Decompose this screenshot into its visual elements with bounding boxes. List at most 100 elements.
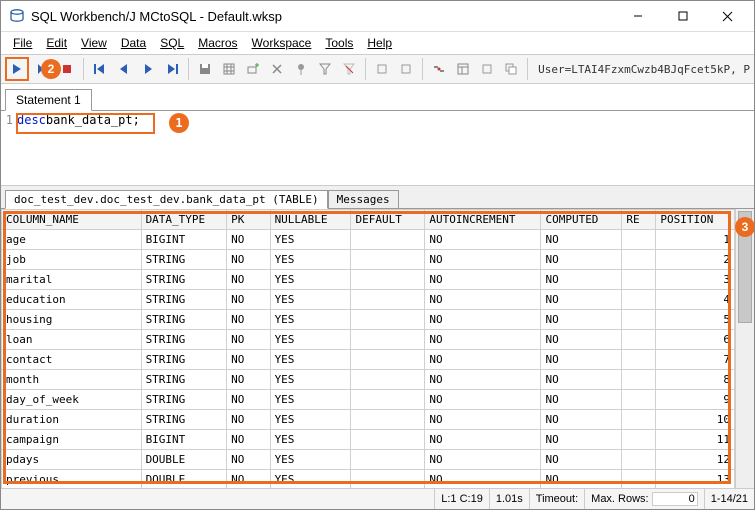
save-icon[interactable]	[195, 59, 215, 79]
cell[interactable]: DOUBLE	[141, 470, 227, 489]
cell[interactable]: NO	[227, 410, 270, 430]
cell[interactable]: NO	[541, 450, 622, 470]
table-row[interactable]: contactSTRINGNOYESNONO7	[2, 350, 735, 370]
reconnect-icon[interactable]	[429, 59, 449, 79]
cell[interactable]: STRING	[141, 350, 227, 370]
cell[interactable]: NO	[541, 250, 622, 270]
table-row[interactable]: previousDOUBLENOYESNONO13	[2, 470, 735, 489]
menu-macros[interactable]: Macros	[192, 34, 243, 52]
cell[interactable]: NO	[425, 250, 541, 270]
cell[interactable]: NO	[541, 350, 622, 370]
maximize-button[interactable]	[660, 2, 705, 31]
cell[interactable]: NO	[425, 290, 541, 310]
cell[interactable]: NO	[541, 390, 622, 410]
cell[interactable]: job	[2, 250, 142, 270]
cell[interactable]: duration	[2, 410, 142, 430]
cell[interactable]: NO	[227, 250, 270, 270]
cell[interactable]: YES	[270, 330, 351, 350]
cell[interactable]: NO	[541, 370, 622, 390]
cell[interactable]: NO	[425, 470, 541, 489]
cell[interactable]: 12	[656, 450, 735, 470]
cell[interactable]	[622, 350, 656, 370]
cell[interactable]: month	[2, 370, 142, 390]
prev-button[interactable]	[114, 59, 134, 79]
next-button[interactable]	[138, 59, 158, 79]
cell[interactable]	[351, 430, 425, 450]
sql-editor[interactable]: 1 desc bank_data_pt; 1	[1, 111, 754, 186]
filter-clear-icon[interactable]	[339, 59, 359, 79]
cell[interactable]	[622, 370, 656, 390]
cell[interactable]: YES	[270, 350, 351, 370]
table-row[interactable]: campaignBIGINTNOYESNONO11	[2, 430, 735, 450]
last-button[interactable]	[162, 59, 182, 79]
cell[interactable]: STRING	[141, 250, 227, 270]
cell[interactable]: YES	[270, 250, 351, 270]
add-row-icon[interactable]	[243, 59, 263, 79]
cell[interactable]: 4	[656, 290, 735, 310]
cell[interactable]: YES	[270, 450, 351, 470]
cell[interactable]: STRING	[141, 290, 227, 310]
cell[interactable]: NO	[227, 230, 270, 250]
new-tab-icon[interactable]	[477, 59, 497, 79]
cell[interactable]: NO	[541, 330, 622, 350]
table-row[interactable]: pdaysDOUBLENOYESNONO12	[2, 450, 735, 470]
cell[interactable]: NO	[227, 390, 270, 410]
cell[interactable]	[622, 390, 656, 410]
cell[interactable]	[622, 250, 656, 270]
delete-row-icon[interactable]	[267, 59, 287, 79]
cell[interactable]: NO	[227, 350, 270, 370]
cell[interactable]	[351, 410, 425, 430]
cell[interactable]	[351, 290, 425, 310]
rollback-icon[interactable]	[396, 59, 416, 79]
cell[interactable]: age	[2, 230, 142, 250]
cell[interactable]: contact	[2, 350, 142, 370]
cell[interactable]: NO	[425, 430, 541, 450]
cell[interactable]: STRING	[141, 270, 227, 290]
cell[interactable]	[622, 450, 656, 470]
cell[interactable]: NO	[541, 310, 622, 330]
cell[interactable]: NO	[425, 270, 541, 290]
cell[interactable]: NO	[227, 330, 270, 350]
cell[interactable]	[351, 310, 425, 330]
table-row[interactable]: durationSTRINGNOYESNONO10	[2, 410, 735, 430]
column-header[interactable]: NULLABLE	[270, 210, 351, 230]
cell[interactable]: NO	[227, 450, 270, 470]
table-row[interactable]: housingSTRINGNOYESNONO5	[2, 310, 735, 330]
cell[interactable]: NO	[425, 230, 541, 250]
menu-file[interactable]: File	[7, 34, 38, 52]
cell[interactable]: 1	[656, 230, 735, 250]
copy-icon[interactable]	[501, 59, 521, 79]
cell[interactable]: YES	[270, 370, 351, 390]
cell[interactable]	[351, 250, 425, 270]
cell[interactable]: NO	[541, 470, 622, 489]
cell[interactable]: YES	[270, 390, 351, 410]
cell[interactable]: NO	[425, 370, 541, 390]
filter-icon[interactable]	[315, 59, 335, 79]
cell[interactable]: 5	[656, 310, 735, 330]
cell[interactable]: DOUBLE	[141, 450, 227, 470]
menu-sql[interactable]: SQL	[154, 34, 190, 52]
column-header[interactable]: DEFAULT	[351, 210, 425, 230]
maxrows-input[interactable]: 0	[652, 492, 698, 506]
cell[interactable]: 6	[656, 330, 735, 350]
table-row[interactable]: educationSTRINGNOYESNONO4	[2, 290, 735, 310]
cell[interactable]: STRING	[141, 390, 227, 410]
column-header[interactable]: COLUMN_NAME	[2, 210, 142, 230]
cell[interactable]	[622, 430, 656, 450]
cell[interactable]: 10	[656, 410, 735, 430]
cell[interactable]: pdays	[2, 450, 142, 470]
cell[interactable]	[351, 390, 425, 410]
cell[interactable]: NO	[425, 410, 541, 430]
cell[interactable]: 13	[656, 470, 735, 489]
grid-icon[interactable]	[219, 59, 239, 79]
menu-edit[interactable]: Edit	[40, 34, 73, 52]
cell[interactable]	[351, 450, 425, 470]
cell[interactable]: 11	[656, 430, 735, 450]
cell[interactable]: 7	[656, 350, 735, 370]
cell[interactable]	[622, 230, 656, 250]
cell[interactable]: NO	[425, 310, 541, 330]
cell[interactable]: BIGINT	[141, 430, 227, 450]
column-header[interactable]: PK	[227, 210, 270, 230]
cell[interactable]	[622, 470, 656, 489]
result-tab-messages[interactable]: Messages	[328, 190, 399, 209]
